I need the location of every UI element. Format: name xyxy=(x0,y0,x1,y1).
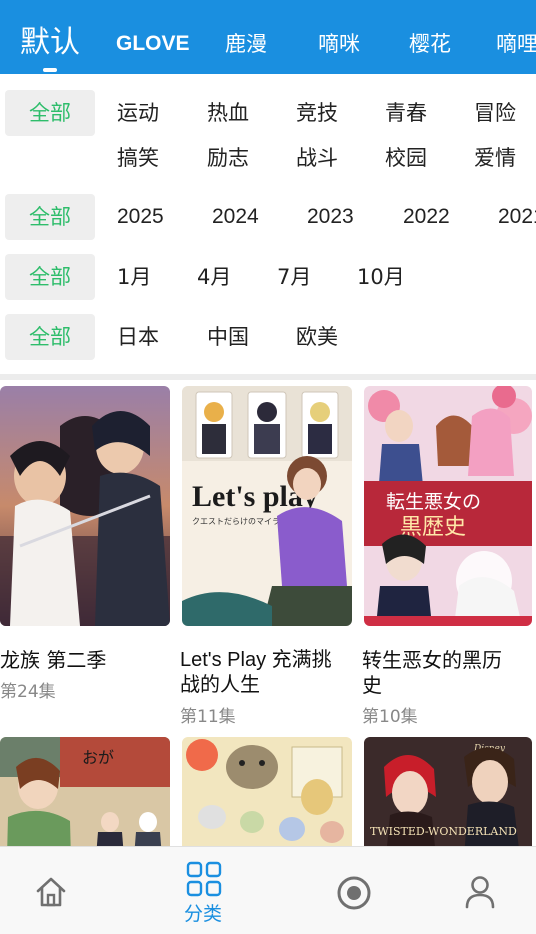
genre-option[interactable]: 战斗 xyxy=(296,143,338,173)
tab-default[interactable]: 默认 xyxy=(20,0,80,74)
region-option[interactable]: 欧美 xyxy=(296,322,338,352)
genre-option[interactable]: 冒险 xyxy=(474,98,516,128)
anime-episode: 第24集 xyxy=(0,682,56,702)
anime-cover[interactable] xyxy=(182,737,352,846)
genre-option[interactable]: 搞笑 xyxy=(117,143,159,173)
active-tab-indicator xyxy=(43,68,57,72)
grid-icon xyxy=(186,861,222,897)
user-icon xyxy=(465,876,495,909)
nav-category[interactable]: 分类 xyxy=(156,847,256,934)
genre-option[interactable]: 竞技 xyxy=(296,98,338,128)
nav-profile[interactable] xyxy=(436,847,536,934)
genre-option[interactable]: 爱情 xyxy=(474,143,516,173)
anime-episode: 第11集 xyxy=(180,707,236,727)
tab-glove[interactable]: GLOVE xyxy=(116,0,190,74)
year-option[interactable]: 2022 xyxy=(403,202,450,232)
anime-cover[interactable]: 転生悪女の 黒歴史 xyxy=(364,386,532,626)
anime-title[interactable]: 龙族 第二季 xyxy=(0,648,172,673)
svg-text:おが: おが xyxy=(82,748,114,767)
year-option[interactable]: 2023 xyxy=(307,202,354,232)
anime-cover[interactable]: おが xyxy=(0,737,170,846)
top-tab-bar: 默认 GLOVE 鹿漫 嘀咪 樱花 嘀哩 xyxy=(0,0,536,74)
anime-title[interactable]: 转生恶女的黑历史 xyxy=(362,648,534,698)
nav-home[interactable] xyxy=(0,847,104,934)
anime-title[interactable]: Let's Play 充满挑 战的人生 xyxy=(180,648,352,698)
month-option[interactable]: 1月 xyxy=(117,262,151,292)
anime-episode: 第10集 xyxy=(362,707,418,727)
nav-category-label: 分类 xyxy=(184,903,223,925)
genre-all-chip[interactable]: 全部 xyxy=(5,90,95,136)
genre-option[interactable]: 热血 xyxy=(207,98,249,128)
season-all-chip[interactable]: 全部 xyxy=(5,254,95,300)
genre-option[interactable]: 校园 xyxy=(385,143,427,173)
anime-cover[interactable]: Let's play クエストだらけのマイライフ xyxy=(182,386,352,626)
tab-luman[interactable]: 鹿漫 xyxy=(225,0,267,74)
region-option[interactable]: 中国 xyxy=(207,322,249,352)
year-option[interactable]: 2024 xyxy=(212,202,259,232)
year-option[interactable]: 2021 xyxy=(498,202,536,232)
nav-eye[interactable] xyxy=(304,847,404,934)
filter-panel: 全部 运动 热血 竞技 青春 冒险 搞笑 励志 战斗 校园 爱情 全部 2025… xyxy=(0,74,536,374)
tab-dili[interactable]: 嘀哩 xyxy=(496,0,536,74)
year-option[interactable]: 2025 xyxy=(117,202,164,232)
genre-option[interactable]: 青春 xyxy=(385,98,427,128)
month-option[interactable]: 7月 xyxy=(277,262,311,292)
month-option[interactable]: 4月 xyxy=(197,262,231,292)
tab-dimi[interactable]: 嘀咪 xyxy=(318,0,360,74)
tab-yinghua[interactable]: 樱花 xyxy=(409,0,451,74)
anime-grid: 龙族 第二季 第24集 Let's play クエストだらけのマイライフ Let… xyxy=(0,380,536,846)
month-option[interactable]: 10月 xyxy=(357,262,405,292)
year-all-chip[interactable]: 全部 xyxy=(5,194,95,240)
home-icon xyxy=(36,877,66,907)
anime-cover[interactable]: Disney TWISTED-WONDERLAND xyxy=(364,737,532,846)
region-option[interactable]: 日本 xyxy=(117,322,159,352)
cover-title-text: TWISTED-WONDERLAND xyxy=(370,825,517,838)
cover-title-text: 転生悪女の xyxy=(386,491,481,513)
bottom-navigation: 分类 xyxy=(0,846,536,934)
anime-cover[interactable] xyxy=(0,386,170,626)
genre-option[interactable]: 励志 xyxy=(207,143,249,173)
genre-option[interactable]: 运动 xyxy=(117,98,159,128)
region-all-chip[interactable]: 全部 xyxy=(5,314,95,360)
eye-icon xyxy=(337,876,371,910)
